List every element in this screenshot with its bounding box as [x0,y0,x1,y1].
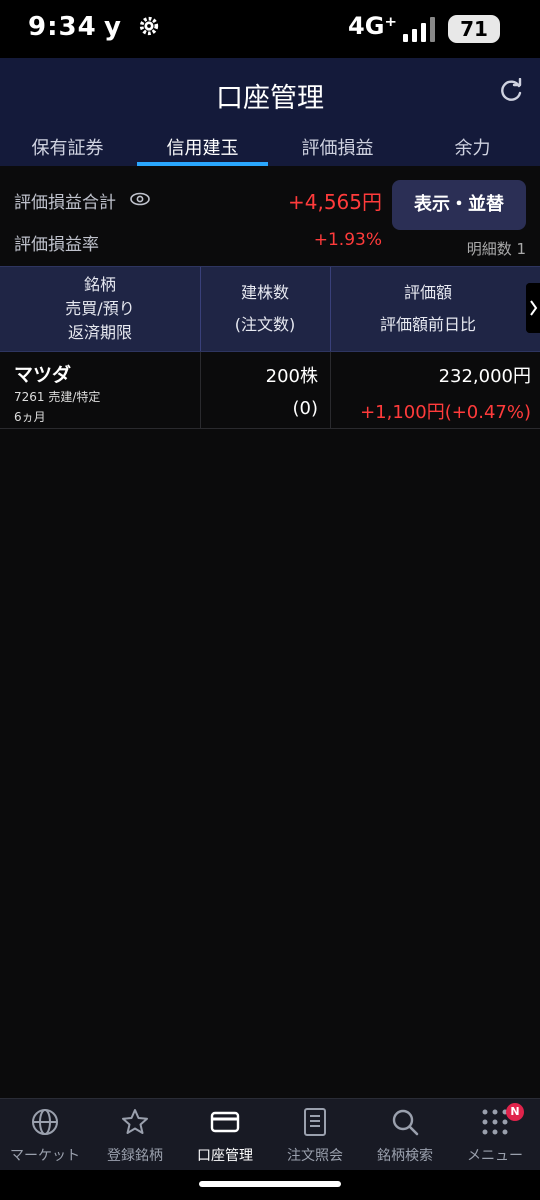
column-header-valuation[interactable]: 評価額 評価額前日比 [330,267,526,351]
nav-menu[interactable]: N メニュー [450,1099,540,1171]
star-icon [122,1109,148,1134]
clock: 9:34 [28,12,97,42]
display-sort-button[interactable]: 表示・並替 [392,180,526,230]
stock-name: マツダ [14,364,72,386]
signal-icon [403,17,435,42]
bottom-navigation: マーケット 登録銘柄 口座管理 注文照会 銘柄検索 N メニュー [0,1098,540,1171]
nav-account[interactable]: 口座管理 [180,1099,270,1171]
nav-search[interactable]: 銘柄検索 [360,1099,450,1171]
chevron-right-icon[interactable] [526,283,540,333]
nav-menu-label: メニュー [467,1148,523,1164]
page-title: 口座管理 [216,83,324,114]
eye-icon[interactable] [130,192,150,206]
table-header: 銘柄 売買/預り 返済期限 建株数 (注文数) 評価額 評価額前日比 [0,266,540,352]
nav-search-label: 銘柄検索 [377,1148,433,1164]
table-row[interactable]: マツダ 7261 売建/特定 6ヵ月 200株 (0) 232,000円 +1,… [0,352,540,429]
nav-orders[interactable]: 注文照会 [270,1099,360,1171]
valuation-change: +1,100円(+0.47%) [360,402,531,423]
tab-bar: 保有証券 信用建玉 評価損益 余力 [0,128,540,166]
globe-icon [32,1109,58,1135]
nav-watchlist-label: 登録銘柄 [107,1148,163,1164]
battery-icon: 71 [448,15,500,43]
nav-account-label: 口座管理 [197,1148,253,1164]
tab-profit-loss[interactable]: 評価損益 [270,128,405,166]
tab-buying-power[interactable]: 余力 [405,128,540,166]
column-header-quantity[interactable]: 建株数 (注文数) [200,267,330,351]
nav-market[interactable]: マーケット [0,1099,90,1171]
position-quantity: 200株 [265,366,318,387]
pl-rate-value: +1.93% [313,230,382,250]
valuation-amount: 232,000円 [438,366,531,387]
order-quantity: (0) [292,398,319,419]
app-header: 口座管理 保有証券 信用建玉 評価損益 余力 [0,58,540,166]
status-bar: 9:34 y 4G⁺ 71 [0,0,540,58]
home-indicator[interactable] [199,1181,341,1187]
total-pl-value: +4,565円 [287,190,382,214]
nav-market-label: マーケット [10,1148,80,1164]
stock-code-type: 7261 売建/特定 [14,390,101,404]
total-pl-label: 評価損益合計 [14,193,116,213]
nav-orders-label: 注文照会 [287,1148,343,1164]
gear-icon [139,16,159,36]
detail-count: 明細数 1 [466,240,526,258]
summary-panel: 評価損益合計 +4,565円 評価損益率 +1.93% 表示・並替 明細数 1 [0,166,540,266]
repayment-deadline: 6ヵ月 [14,410,46,424]
card-icon [210,1111,240,1133]
nav-watchlist[interactable]: 登録銘柄 [90,1099,180,1171]
pl-rate-label: 評価損益率 [14,235,99,255]
network-indicator: 4G⁺ [348,12,398,40]
refresh-icon[interactable] [498,78,524,104]
notification-badge: N [506,1103,524,1121]
search-icon [392,1109,419,1136]
tab-margin-positions[interactable]: 信用建玉 [135,128,270,166]
carrier-icon: y [104,12,121,42]
document-icon [304,1108,326,1136]
tab-holdings[interactable]: 保有証券 [0,128,135,166]
column-header-stock[interactable]: 銘柄 売買/預り 返済期限 [0,267,200,351]
